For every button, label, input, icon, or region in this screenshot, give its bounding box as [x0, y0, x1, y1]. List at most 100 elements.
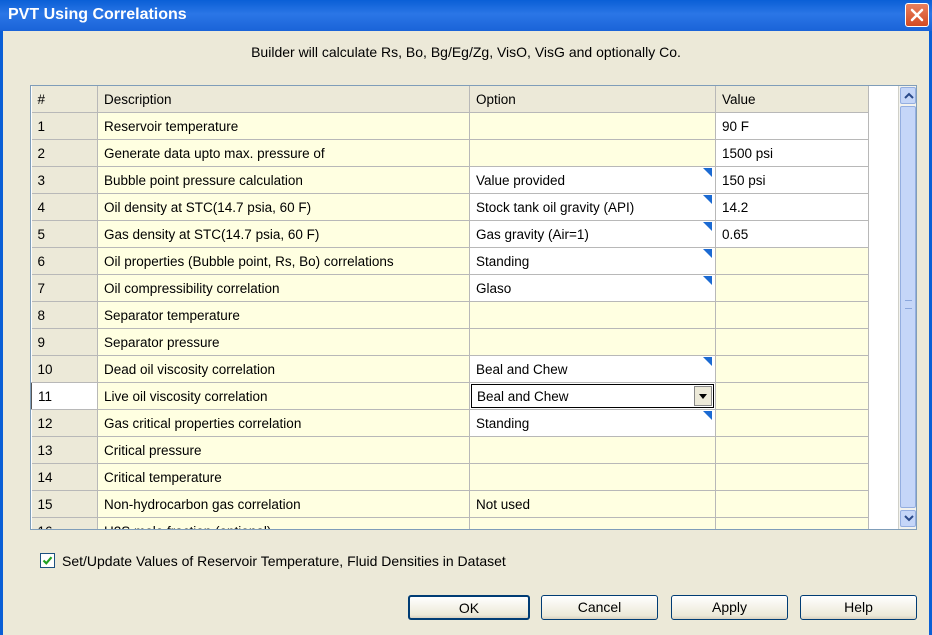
column-header-num[interactable]: #	[31, 86, 98, 113]
table-row[interactable]: 9 Separator pressure	[31, 328, 869, 356]
row-option-cell[interactable]: Stock tank oil gravity (API)	[469, 193, 716, 221]
live-oil-viscosity-combobox[interactable]: Beal and Chew	[471, 384, 714, 408]
row-description: Oil density at STC(14.7 psia, 60 F)	[97, 193, 470, 221]
row-number: 6	[31, 247, 98, 275]
row-value-cell[interactable]	[715, 328, 869, 356]
row-option-text: Gas gravity (Air=1)	[476, 226, 589, 242]
help-button[interactable]: Help	[800, 595, 917, 620]
row-number: 14	[31, 463, 98, 491]
row-value-cell[interactable]	[715, 382, 869, 410]
correlation-grid: # Description Option Value 1 Reservoir t…	[30, 85, 917, 530]
row-value-cell[interactable]	[715, 355, 869, 383]
dropdown-indicator-icon	[703, 249, 712, 258]
table-row[interactable]: 12 Gas critical properties correlation S…	[31, 409, 869, 437]
table-row[interactable]: 2 Generate data upto max. pressure of 15…	[31, 139, 869, 167]
update-dataset-checkbox[interactable]	[40, 553, 55, 568]
row-option-cell[interactable]: Glaso	[469, 274, 716, 302]
row-description: Critical pressure	[97, 436, 470, 464]
row-number: 13	[31, 436, 98, 464]
row-number: 1	[31, 112, 98, 140]
table-row[interactable]: 8 Separator temperature	[31, 301, 869, 329]
row-number: 11	[31, 382, 98, 410]
scroll-thumb[interactable]	[900, 106, 916, 508]
table-row-selected[interactable]: 11 Live oil viscosity correlation Beal a…	[31, 382, 869, 410]
dropdown-indicator-icon	[703, 222, 712, 231]
update-dataset-checkbox-label[interactable]: Set/Update Values of Reservoir Temperatu…	[62, 553, 506, 569]
row-option-cell[interactable]	[469, 517, 716, 529]
row-value-cell[interactable]: 150 psi	[715, 166, 869, 194]
table-row[interactable]: 10 Dead oil viscosity correlation Beal a…	[31, 355, 869, 383]
row-description: Bubble point pressure calculation	[97, 166, 470, 194]
row-value-cell[interactable]: 1500 psi	[715, 139, 869, 167]
table-row[interactable]: 6 Oil properties (Bubble point, Rs, Bo) …	[31, 247, 869, 275]
row-value-cell[interactable]	[715, 463, 869, 491]
row-description: H2S mole fraction (optional)	[97, 517, 470, 529]
row-option-cell[interactable]: Beal and Chew	[469, 355, 716, 383]
row-option-cell[interactable]: Value provided	[469, 166, 716, 194]
dropdown-indicator-icon	[703, 357, 712, 366]
close-button[interactable]	[905, 3, 929, 27]
row-number: 15	[31, 490, 98, 518]
row-number: 3	[31, 166, 98, 194]
vertical-scrollbar[interactable]	[898, 86, 916, 529]
table-row[interactable]: 13 Critical pressure	[31, 436, 869, 464]
column-header-value[interactable]: Value	[715, 86, 869, 113]
table-row[interactable]: 5 Gas density at STC(14.7 psia, 60 F) Ga…	[31, 220, 869, 248]
row-option-text: Stock tank oil gravity (API)	[476, 199, 635, 215]
table-row[interactable]: 14 Critical temperature	[31, 463, 869, 491]
row-option-cell[interactable]: Beal and Chew	[469, 382, 716, 410]
dropdown-indicator-icon	[703, 195, 712, 204]
row-value-cell[interactable]: 90 F	[715, 112, 869, 140]
chevron-down-icon[interactable]	[694, 386, 712, 406]
row-option-cell[interactable]	[469, 463, 716, 491]
row-option-cell[interactable]: Standing	[469, 247, 716, 275]
row-option-cell[interactable]	[469, 112, 716, 140]
row-value-cell[interactable]: 14.2	[715, 193, 869, 221]
row-value-cell[interactable]	[715, 409, 869, 437]
row-description: Reservoir temperature	[97, 112, 470, 140]
row-value-cell[interactable]	[715, 274, 869, 302]
table-row[interactable]: 3 Bubble point pressure calculation Valu…	[31, 166, 869, 194]
row-number: 16	[31, 517, 98, 529]
row-value-cell[interactable]	[715, 517, 869, 529]
table-row[interactable]: 4 Oil density at STC(14.7 psia, 60 F) St…	[31, 193, 869, 221]
row-option-cell[interactable]	[469, 139, 716, 167]
row-description: Gas density at STC(14.7 psia, 60 F)	[97, 220, 470, 248]
apply-button[interactable]: Apply	[671, 595, 788, 620]
row-number: 12	[31, 409, 98, 437]
row-number: 9	[31, 328, 98, 356]
row-number: 2	[31, 139, 98, 167]
scroll-up-button[interactable]	[900, 87, 916, 104]
row-value-cell[interactable]	[715, 247, 869, 275]
row-description: Gas critical properties correlation	[97, 409, 470, 437]
scroll-down-button[interactable]	[900, 510, 916, 527]
row-description: Separator temperature	[97, 301, 470, 329]
row-value-cell[interactable]	[715, 301, 869, 329]
row-option-cell[interactable]	[469, 436, 716, 464]
row-description: Critical temperature	[97, 463, 470, 491]
row-number: 7	[31, 274, 98, 302]
table-row[interactable]: 16 H2S mole fraction (optional)	[31, 517, 869, 529]
row-description: Dead oil viscosity correlation	[97, 355, 470, 383]
row-description: Non-hydrocarbon gas correlation	[97, 490, 470, 518]
row-option-cell[interactable]: Standing	[469, 409, 716, 437]
correlation-table: # Description Option Value 1 Reservoir t…	[31, 86, 869, 529]
row-option-cell[interactable]	[469, 301, 716, 329]
column-header-description[interactable]: Description	[97, 86, 470, 113]
cancel-button[interactable]: Cancel	[541, 595, 658, 620]
row-description: Generate data upto max. pressure of	[97, 139, 470, 167]
row-option-cell[interactable]: Gas gravity (Air=1)	[469, 220, 716, 248]
row-option-cell[interactable]: Not used	[469, 490, 716, 518]
column-header-option[interactable]: Option	[469, 86, 716, 113]
table-row[interactable]: 15 Non-hydrocarbon gas correlation Not u…	[31, 490, 869, 518]
row-value-cell[interactable]	[715, 490, 869, 518]
ok-button[interactable]: OK	[408, 595, 530, 620]
row-number: 5	[31, 220, 98, 248]
row-option-cell[interactable]	[469, 328, 716, 356]
row-option-text: Standing	[476, 253, 530, 269]
checkmark-icon	[42, 556, 53, 565]
table-row[interactable]: 7 Oil compressibility correlation Glaso	[31, 274, 869, 302]
row-value-cell[interactable]: 0.65	[715, 220, 869, 248]
row-value-cell[interactable]	[715, 436, 869, 464]
table-row[interactable]: 1 Reservoir temperature 90 F	[31, 112, 869, 140]
